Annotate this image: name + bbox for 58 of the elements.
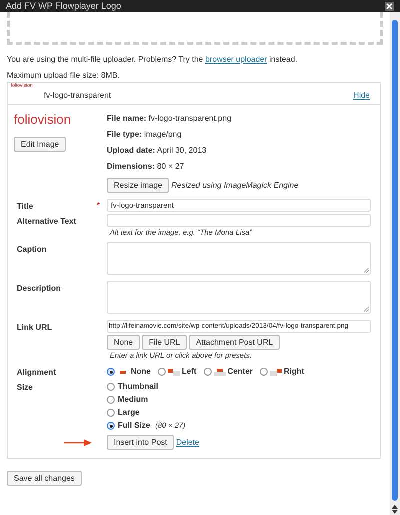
alignment-option[interactable]: Center xyxy=(228,367,254,377)
uploader-notice: You are using the multi-file uploader. Problems? Try the browser uploader instead. xyxy=(7,55,299,65)
size-option[interactable]: Thumbnail xyxy=(118,382,158,392)
field-label: Link URL xyxy=(17,322,52,334)
radio-button[interactable] xyxy=(107,409,115,417)
required-mark: * xyxy=(97,201,100,210)
size-option[interactable]: Large xyxy=(118,408,140,418)
alignment-option[interactable]: Left xyxy=(182,367,197,377)
link-preset-button[interactable]: None xyxy=(107,335,140,350)
link-preset-button[interactable]: Attachment Post URL xyxy=(189,335,280,350)
alignment-icon xyxy=(168,368,180,376)
field-label: Alignment xyxy=(17,367,56,378)
file-detail: Upload date: April 30, 2013 xyxy=(107,146,208,156)
alignment-icon xyxy=(214,368,226,376)
field-label: Description xyxy=(17,283,62,295)
radio-button[interactable] xyxy=(204,368,212,376)
field-label: Title xyxy=(17,201,34,212)
window-title: Add FV WP Flowplayer Logo xyxy=(6,2,122,10)
radio-button[interactable] xyxy=(158,368,166,376)
scrollbar[interactable] xyxy=(390,12,400,515)
radio-button[interactable] xyxy=(107,368,115,376)
alignment-icon xyxy=(117,368,129,376)
file-detail: Dimensions: 80 × 27 xyxy=(107,162,186,172)
alignment-icon xyxy=(270,368,282,376)
textarea-field[interactable] xyxy=(107,281,371,314)
file-detail: File name: fv-logo-transparent.png xyxy=(107,114,233,124)
browser-uploader-link[interactable]: browser uploader xyxy=(205,55,268,64)
radio-button[interactable] xyxy=(107,383,115,391)
size-option[interactable]: Full Size xyxy=(118,421,150,431)
resize-grip-icon xyxy=(363,267,369,273)
hide-link[interactable]: Hide xyxy=(354,90,370,102)
field-label: Alternative Text xyxy=(17,216,76,228)
scroll-up-icon[interactable] xyxy=(392,504,398,508)
radio-button[interactable] xyxy=(107,396,115,404)
field-label: Caption xyxy=(17,244,47,256)
close-button[interactable] xyxy=(385,2,394,10)
link-preset-button[interactable]: File URL xyxy=(142,335,188,350)
save-all-changes-button[interactable]: Save all changes xyxy=(7,471,82,486)
alignment-option[interactable]: Right xyxy=(284,367,304,377)
size-option[interactable]: Medium xyxy=(118,395,148,405)
radio-button[interactable] xyxy=(107,422,115,430)
textarea-field[interactable] xyxy=(107,242,371,275)
arrow-annotation xyxy=(64,438,92,446)
scroll-down-icon[interactable] xyxy=(392,510,398,514)
file-detail: File type: image/png xyxy=(107,130,183,140)
resize-note: Resized using ImageMagick Engine xyxy=(171,180,299,192)
radio-button[interactable] xyxy=(260,368,268,376)
edit-image-button[interactable]: Edit Image xyxy=(14,137,66,152)
delete-link[interactable]: Delete xyxy=(176,438,200,448)
alignment-option[interactable]: None xyxy=(131,367,151,377)
insert-into-post-button[interactable]: Insert into Post xyxy=(107,435,174,450)
preview-logo: foliovision xyxy=(14,113,72,126)
upload-limit: Maximum upload file size: 8MB. xyxy=(7,71,121,81)
resize-image-button[interactable]: Resize image xyxy=(107,178,170,193)
text-field[interactable] xyxy=(107,214,371,227)
resize-grip-icon xyxy=(363,306,369,312)
attachment-title: fv-logo-transparent xyxy=(44,90,112,102)
field-label: Size xyxy=(17,382,34,394)
